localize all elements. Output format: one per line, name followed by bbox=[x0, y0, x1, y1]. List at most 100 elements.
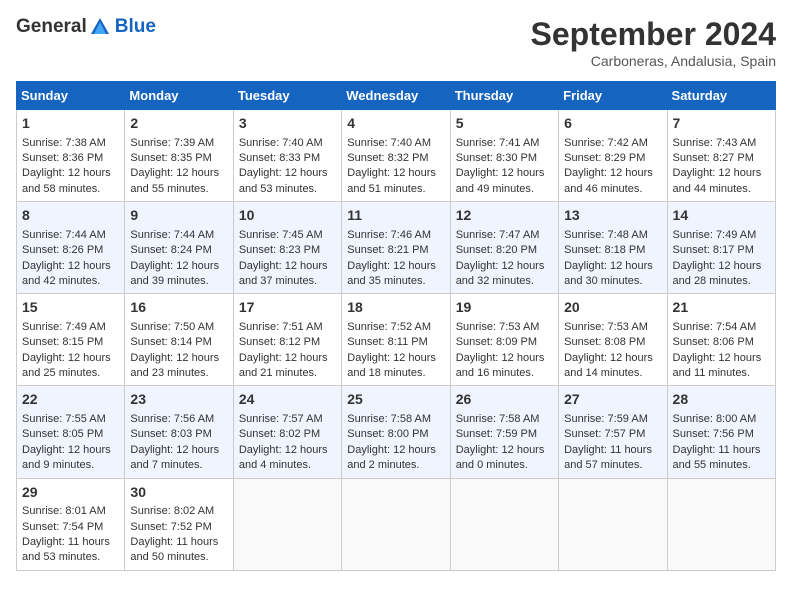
calendar-header-row: Sunday Monday Tuesday Wednesday Thursday… bbox=[17, 82, 776, 110]
day-info: Sunrise: 7:39 AM bbox=[130, 136, 227, 151]
day-info: Sunset: 8:03 PM bbox=[130, 427, 227, 442]
table-row: 14Sunrise: 7:49 AMSunset: 8:17 PMDayligh… bbox=[667, 202, 775, 294]
day-info: Sunset: 8:33 PM bbox=[239, 151, 336, 166]
day-info: Sunset: 8:06 PM bbox=[673, 335, 770, 350]
day-info: Daylight: 12 hours bbox=[347, 351, 444, 366]
day-info: Sunrise: 7:54 AM bbox=[673, 320, 770, 335]
day-info: and 32 minutes. bbox=[456, 274, 553, 289]
day-info: and 7 minutes. bbox=[130, 458, 227, 473]
day-info: and 25 minutes. bbox=[22, 366, 119, 381]
day-info: and 55 minutes. bbox=[673, 458, 770, 473]
day-info: and 23 minutes. bbox=[130, 366, 227, 381]
day-info: Daylight: 12 hours bbox=[564, 351, 661, 366]
table-row: 9Sunrise: 7:44 AMSunset: 8:24 PMDaylight… bbox=[125, 202, 233, 294]
day-info: Daylight: 12 hours bbox=[673, 166, 770, 181]
table-row: 12Sunrise: 7:47 AMSunset: 8:20 PMDayligh… bbox=[450, 202, 558, 294]
day-number: 20 bbox=[564, 298, 661, 318]
day-info: and 4 minutes. bbox=[239, 458, 336, 473]
day-info: Daylight: 12 hours bbox=[239, 351, 336, 366]
day-number: 9 bbox=[130, 206, 227, 226]
day-info: Daylight: 12 hours bbox=[564, 259, 661, 274]
day-info: Daylight: 12 hours bbox=[130, 351, 227, 366]
day-info: Sunset: 7:54 PM bbox=[22, 520, 119, 535]
table-row: 23Sunrise: 7:56 AMSunset: 8:03 PMDayligh… bbox=[125, 386, 233, 478]
table-row: 30Sunrise: 8:02 AMSunset: 7:52 PMDayligh… bbox=[125, 478, 233, 570]
day-number: 22 bbox=[22, 390, 119, 410]
calendar-table: Sunday Monday Tuesday Wednesday Thursday… bbox=[16, 81, 776, 571]
day-info: Sunrise: 7:42 AM bbox=[564, 136, 661, 151]
day-number: 26 bbox=[456, 390, 553, 410]
day-info: and 16 minutes. bbox=[456, 366, 553, 381]
day-info: Sunset: 8:36 PM bbox=[22, 151, 119, 166]
day-info: and 51 minutes. bbox=[347, 182, 444, 197]
day-info: Sunrise: 7:51 AM bbox=[239, 320, 336, 335]
day-info: and 44 minutes. bbox=[673, 182, 770, 197]
day-info: Sunset: 8:18 PM bbox=[564, 243, 661, 258]
day-number: 17 bbox=[239, 298, 336, 318]
table-row: 1Sunrise: 7:38 AMSunset: 8:36 PMDaylight… bbox=[17, 110, 125, 202]
day-info: Sunrise: 7:44 AM bbox=[22, 228, 119, 243]
day-number: 24 bbox=[239, 390, 336, 410]
day-info: Sunset: 8:29 PM bbox=[564, 151, 661, 166]
calendar-week-row: 8Sunrise: 7:44 AMSunset: 8:26 PMDaylight… bbox=[17, 202, 776, 294]
day-info: Daylight: 12 hours bbox=[22, 259, 119, 274]
day-number: 15 bbox=[22, 298, 119, 318]
day-info: Sunrise: 7:45 AM bbox=[239, 228, 336, 243]
day-info: and 14 minutes. bbox=[564, 366, 661, 381]
day-info: and 42 minutes. bbox=[22, 274, 119, 289]
day-info: Sunrise: 8:00 AM bbox=[673, 412, 770, 427]
table-row: 29Sunrise: 8:01 AMSunset: 7:54 PMDayligh… bbox=[17, 478, 125, 570]
day-info: Daylight: 12 hours bbox=[347, 443, 444, 458]
day-info: Daylight: 11 hours bbox=[22, 535, 119, 550]
table-row: 16Sunrise: 7:50 AMSunset: 8:14 PMDayligh… bbox=[125, 294, 233, 386]
day-number: 8 bbox=[22, 206, 119, 226]
day-info: and 37 minutes. bbox=[239, 274, 336, 289]
day-info: Sunrise: 7:40 AM bbox=[239, 136, 336, 151]
table-row bbox=[559, 478, 667, 570]
day-info: and 18 minutes. bbox=[347, 366, 444, 381]
header-saturday: Saturday bbox=[667, 82, 775, 110]
day-info: and 21 minutes. bbox=[239, 366, 336, 381]
day-info: and 2 minutes. bbox=[347, 458, 444, 473]
day-info: Sunrise: 7:49 AM bbox=[22, 320, 119, 335]
day-info: and 57 minutes. bbox=[564, 458, 661, 473]
day-info: Sunrise: 7:44 AM bbox=[130, 228, 227, 243]
day-info: Daylight: 12 hours bbox=[130, 166, 227, 181]
table-row: 24Sunrise: 7:57 AMSunset: 8:02 PMDayligh… bbox=[233, 386, 341, 478]
header-friday: Friday bbox=[559, 82, 667, 110]
day-info: Daylight: 12 hours bbox=[239, 166, 336, 181]
day-info: Sunset: 8:11 PM bbox=[347, 335, 444, 350]
table-row: 8Sunrise: 7:44 AMSunset: 8:26 PMDaylight… bbox=[17, 202, 125, 294]
header-monday: Monday bbox=[125, 82, 233, 110]
day-info: Daylight: 12 hours bbox=[456, 351, 553, 366]
day-info: Sunrise: 7:41 AM bbox=[456, 136, 553, 151]
day-number: 2 bbox=[130, 114, 227, 134]
table-row: 11Sunrise: 7:46 AMSunset: 8:21 PMDayligh… bbox=[342, 202, 450, 294]
day-number: 4 bbox=[347, 114, 444, 134]
day-number: 13 bbox=[564, 206, 661, 226]
table-row bbox=[342, 478, 450, 570]
month-title: September 2024 bbox=[531, 16, 776, 53]
day-number: 7 bbox=[673, 114, 770, 134]
day-number: 25 bbox=[347, 390, 444, 410]
table-row: 3Sunrise: 7:40 AMSunset: 8:33 PMDaylight… bbox=[233, 110, 341, 202]
day-info: and 30 minutes. bbox=[564, 274, 661, 289]
page-header: General Blue September 2024 Carboneras, … bbox=[16, 16, 776, 69]
day-info: Daylight: 12 hours bbox=[130, 443, 227, 458]
table-row: 20Sunrise: 7:53 AMSunset: 8:08 PMDayligh… bbox=[559, 294, 667, 386]
table-row: 27Sunrise: 7:59 AMSunset: 7:57 PMDayligh… bbox=[559, 386, 667, 478]
day-info: Sunset: 8:02 PM bbox=[239, 427, 336, 442]
day-info: Sunset: 7:52 PM bbox=[130, 520, 227, 535]
table-row: 25Sunrise: 7:58 AMSunset: 8:00 PMDayligh… bbox=[342, 386, 450, 478]
day-number: 28 bbox=[673, 390, 770, 410]
day-info: and 49 minutes. bbox=[456, 182, 553, 197]
day-info: Sunrise: 7:58 AM bbox=[456, 412, 553, 427]
table-row bbox=[667, 478, 775, 570]
day-info: Sunrise: 8:01 AM bbox=[22, 504, 119, 519]
logo-general: General bbox=[16, 16, 87, 37]
day-info: Sunrise: 7:38 AM bbox=[22, 136, 119, 151]
day-info: Sunset: 8:14 PM bbox=[130, 335, 227, 350]
day-info: and 53 minutes. bbox=[239, 182, 336, 197]
day-info: Sunrise: 7:58 AM bbox=[347, 412, 444, 427]
day-info: and 58 minutes. bbox=[22, 182, 119, 197]
